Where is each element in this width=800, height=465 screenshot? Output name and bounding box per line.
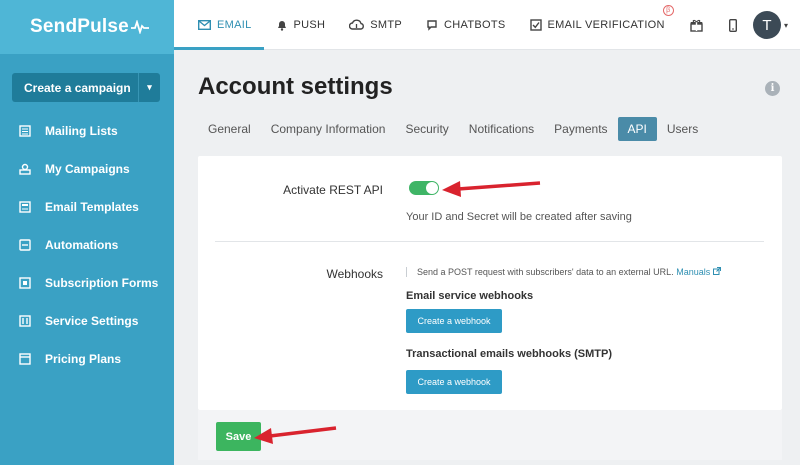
template-icon (18, 201, 31, 213)
tab-push[interactable]: PUSH (264, 0, 338, 50)
tab-chatbots[interactable]: CHATBOTS (414, 0, 517, 50)
bell-icon (276, 19, 288, 31)
pricing-icon (18, 353, 31, 365)
top-right-icons: T ▾ (690, 0, 788, 50)
create-campaign-label: Create a campaign (24, 80, 131, 95)
manuals-link[interactable]: Manuals (676, 267, 710, 277)
sidebar-item-mailing-lists[interactable]: Mailing Lists (0, 112, 174, 150)
tab-payments[interactable]: Payments (544, 117, 617, 141)
rest-api-label: Activate REST API (283, 183, 383, 197)
annotation-arrow-save (254, 426, 337, 444)
transactional-webhooks-title: Transactional emails webhooks (SMTP) (406, 348, 612, 360)
form-icon (18, 277, 31, 289)
tab-security[interactable]: Security (395, 117, 458, 141)
sidebar-item-label: Pricing Plans (45, 352, 122, 366)
cloud-icon (349, 19, 365, 30)
campaign-icon (18, 163, 31, 175)
top-navigation: EMAIL PUSH SMTP CHATBOTS EMAIL VERIFICAT… (174, 0, 800, 50)
settings-tabs: General Company Information Security Not… (198, 117, 708, 141)
settings-icon (18, 315, 31, 327)
sidebar-item-my-campaigns[interactable]: My Campaigns (0, 150, 174, 188)
tab-smtp[interactable]: SMTP (337, 0, 414, 50)
create-smtp-webhook-button[interactable]: Create a webhook (406, 370, 502, 394)
toggle-knob (426, 182, 438, 194)
tab-label: PUSH (293, 18, 326, 31)
sidebar-nav: Mailing Lists My Campaigns Email Templat… (0, 112, 174, 378)
tab-label: CHATBOTS (444, 18, 506, 31)
rest-api-hint: Your ID and Secret will be created after… (406, 211, 632, 223)
webhooks-label: Webhooks (326, 267, 383, 281)
sidebar-item-pricing-plans[interactable]: Pricing Plans (0, 340, 174, 378)
mail-icon (198, 19, 211, 30)
sidebar-item-label: Email Templates (45, 200, 139, 214)
sidebar-item-label: My Campaigns (45, 162, 130, 176)
sidebar-item-subscription-forms[interactable]: Subscription Forms (0, 264, 174, 302)
avatar[interactable]: T (752, 11, 781, 39)
brand-name: SendPulse (30, 16, 129, 37)
create-email-webhook-button[interactable]: Create a webhook (406, 309, 502, 333)
sidebar-item-label: Subscription Forms (45, 276, 159, 290)
gift-icon[interactable] (690, 19, 703, 32)
rest-api-toggle[interactable] (409, 181, 439, 195)
sidebar-item-label: Service Settings (45, 314, 139, 328)
info-icon[interactable]: i (765, 81, 780, 96)
sidebar-item-service-settings[interactable]: Service Settings (0, 302, 174, 340)
email-service-webhooks-title: Email service webhooks (406, 290, 534, 302)
mobile-icon[interactable] (728, 18, 737, 32)
tab-label: SMTP (370, 18, 403, 31)
chevron-down-icon[interactable]: ▾ (784, 21, 788, 30)
tab-label: EMAIL VERIFICATION (547, 18, 665, 31)
tab-users[interactable]: Users (657, 117, 708, 141)
webhooks-desc-text: Send a POST request with subscribers' da… (417, 267, 674, 277)
tab-company-information[interactable]: Company Information (261, 117, 396, 141)
chevron-down-icon[interactable]: ▾ (138, 73, 160, 102)
pulse-icon (130, 20, 149, 34)
sidebar-item-email-templates[interactable]: Email Templates (0, 188, 174, 226)
automation-icon (18, 239, 31, 251)
tab-label: EMAIL (217, 18, 252, 31)
beta-badge: β (662, 4, 674, 16)
list-icon (18, 125, 31, 137)
sidebar-item-label: Mailing Lists (45, 124, 118, 138)
tab-email-verification[interactable]: EMAIL VERIFICATION β (518, 0, 677, 50)
chat-icon (426, 19, 438, 31)
logo[interactable]: SendPulse (0, 0, 174, 54)
divider (215, 241, 764, 242)
tab-api[interactable]: API (617, 117, 657, 141)
annotation-arrow-toggle (442, 181, 541, 197)
tab-notifications[interactable]: Notifications (459, 117, 544, 141)
page-title: Account settings (198, 73, 393, 100)
external-link-icon (712, 267, 721, 277)
sidebar-item-label: Automations (45, 238, 119, 252)
webhooks-description: Send a POST request with subscribers' da… (406, 267, 721, 277)
sidebar: SendPulse Create a campaign ▾ Mailing Li… (0, 0, 174, 465)
sidebar-item-automations[interactable]: Automations (0, 226, 174, 264)
tab-general[interactable]: General (198, 117, 261, 141)
create-campaign-button[interactable]: Create a campaign ▾ (12, 73, 160, 102)
tab-email[interactable]: EMAIL (174, 0, 264, 50)
checkbox-icon (529, 18, 542, 31)
